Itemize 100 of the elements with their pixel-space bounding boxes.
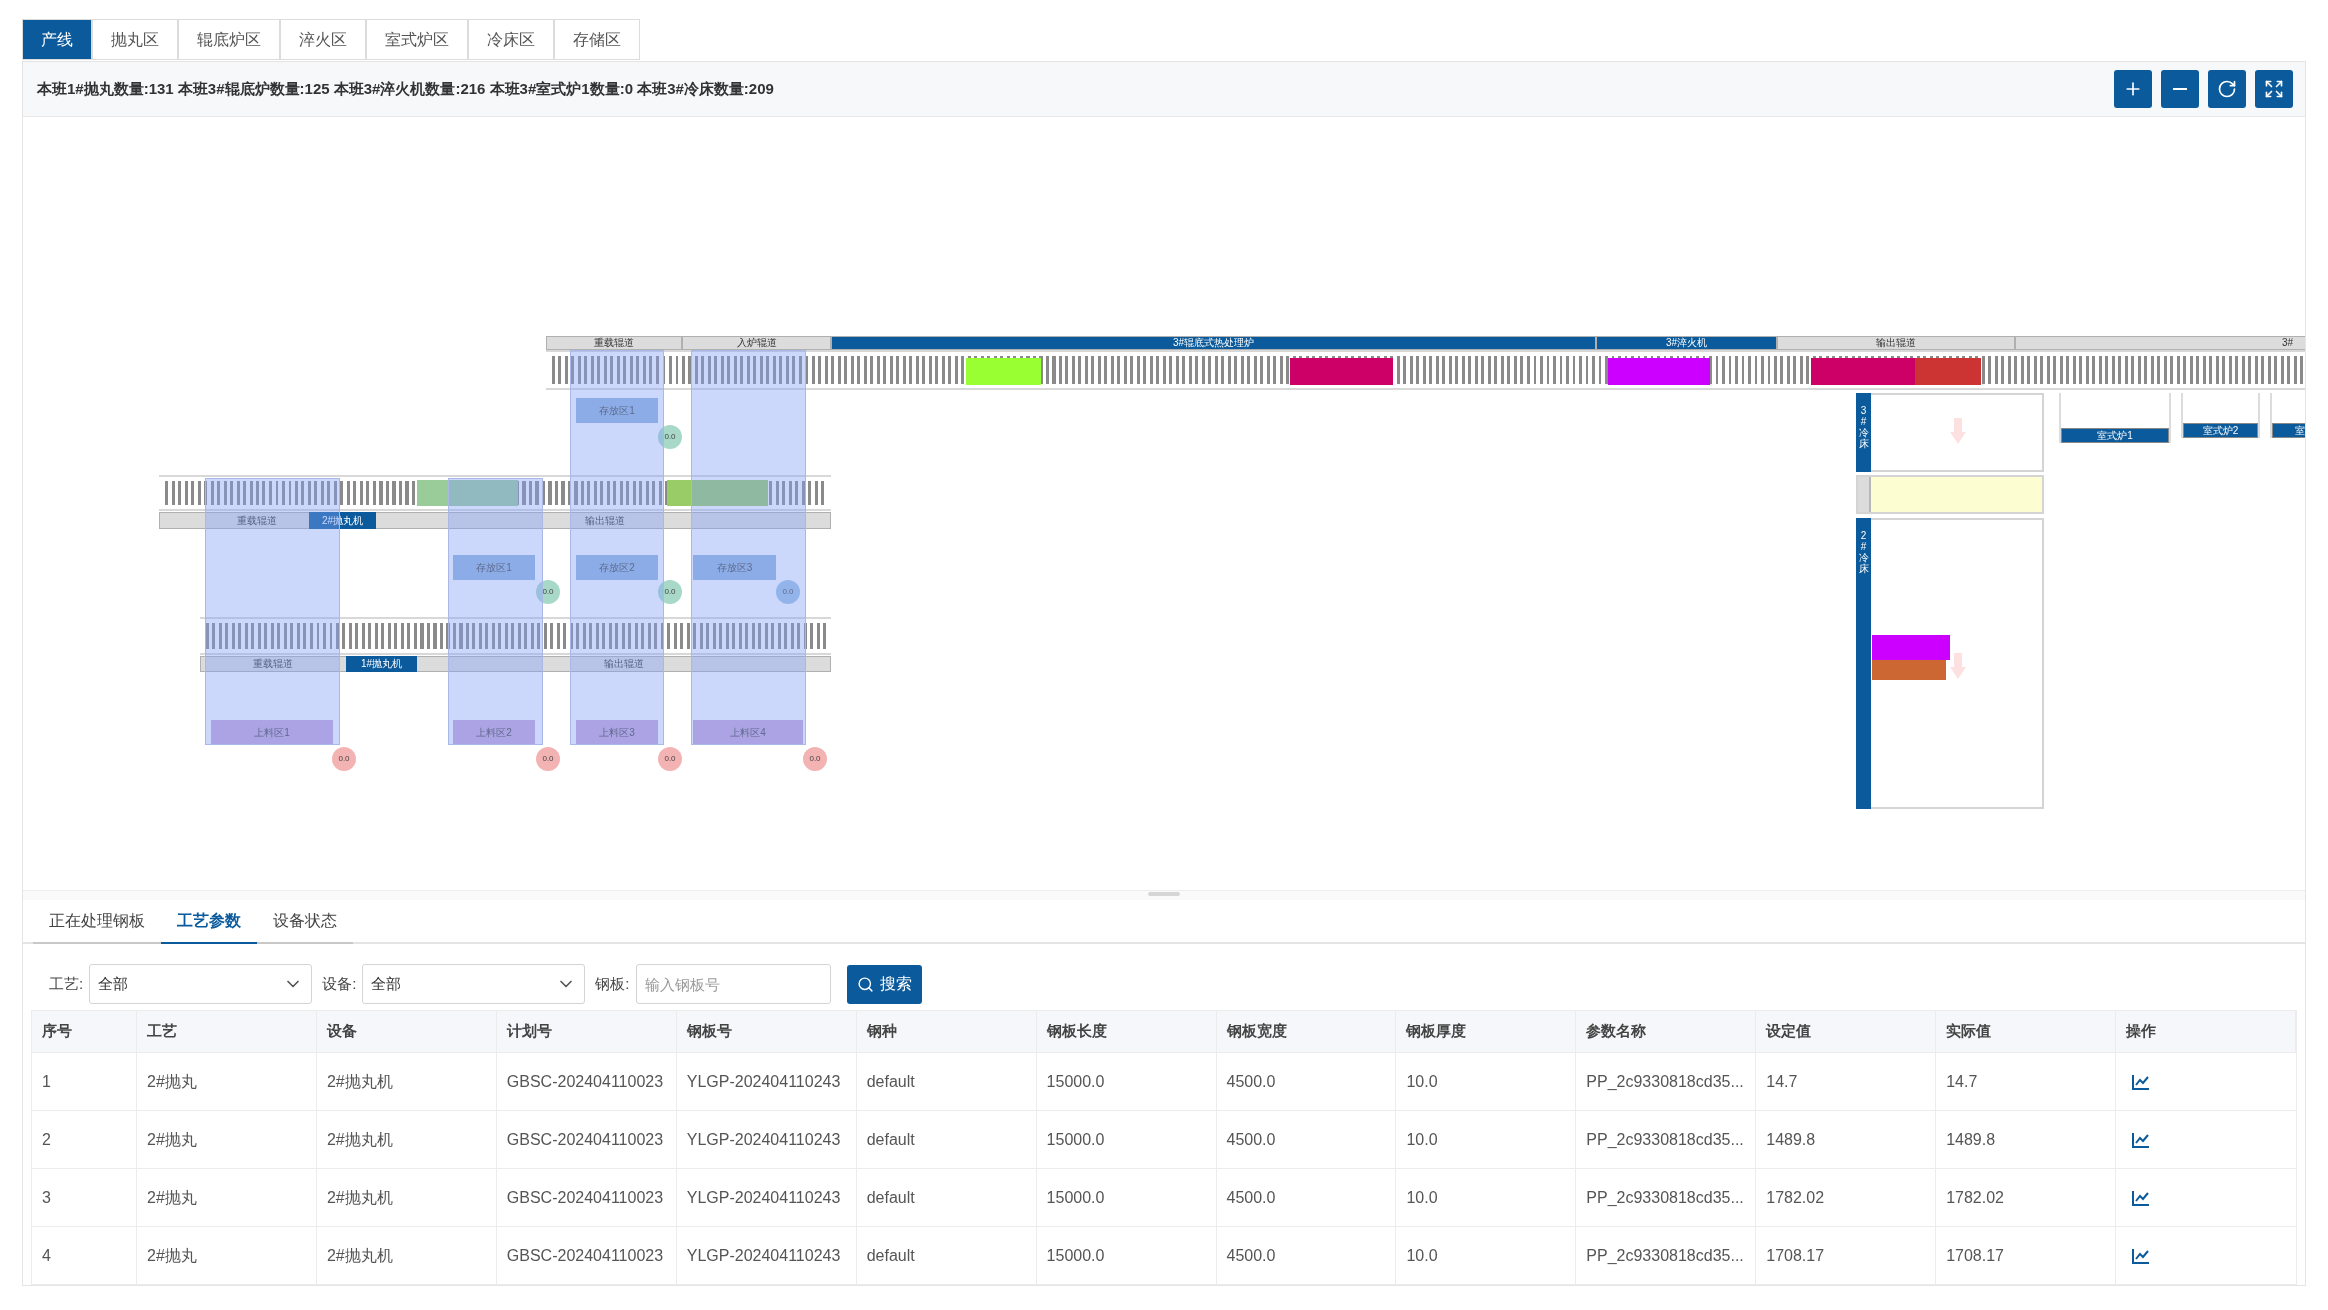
chamber-furnace[interactable]: 室式炉2 bbox=[2181, 393, 2260, 438]
area-tab[interactable]: 产线 bbox=[22, 19, 92, 60]
area-tab[interactable]: 辊底炉区 bbox=[178, 19, 280, 60]
table-cell: 15000.0 bbox=[1036, 1169, 1217, 1226]
table-cell: 2#抛丸机 bbox=[316, 1111, 497, 1168]
column-header: 参数名称 bbox=[1576, 1011, 1757, 1052]
table-cell: 1708.17 bbox=[1936, 1227, 2117, 1284]
table-cell: 10.0 bbox=[1396, 1169, 1577, 1226]
area-tab[interactable]: 冷床区 bbox=[468, 19, 554, 60]
segment-label[interactable]: 输出辊道 bbox=[1777, 336, 2015, 350]
steel-plate[interactable] bbox=[1811, 358, 1915, 385]
table-cell: 1489.8 bbox=[1936, 1111, 2117, 1168]
column-header: 计划号 bbox=[496, 1011, 677, 1052]
segment-label[interactable]: 1#抛丸机 bbox=[346, 656, 417, 672]
zoom-in-button[interactable] bbox=[2114, 70, 2152, 108]
area-tab[interactable]: 存储区 bbox=[554, 19, 640, 60]
table-cell: default bbox=[856, 1111, 1037, 1168]
steel-plate[interactable] bbox=[1915, 358, 1981, 385]
table-cell: YLGP-202404110243 bbox=[676, 1227, 857, 1284]
column-header: 序号 bbox=[32, 1011, 137, 1052]
steel-plate[interactable] bbox=[667, 480, 768, 506]
table-cell: PP_2c9330818cd35... bbox=[1576, 1111, 1757, 1168]
column-header: 钢种 bbox=[856, 1011, 1037, 1052]
line-chart-icon[interactable] bbox=[2132, 1073, 2151, 1090]
segment-label[interactable]: 3#淬火机 bbox=[1596, 336, 1777, 350]
table-cell: GBSC-202404110023 bbox=[496, 1227, 677, 1284]
segment-label[interactable]: 输出辊道 bbox=[574, 656, 674, 672]
detail-tab[interactable]: 正在处理钢板 bbox=[33, 900, 161, 944]
steel-plate[interactable] bbox=[1872, 660, 1946, 680]
search-icon bbox=[856, 975, 874, 993]
steel-plate[interactable] bbox=[1290, 358, 1393, 385]
table-cell: PP_2c9330818cd35... bbox=[1576, 1169, 1757, 1226]
table-cell: 4500.0 bbox=[1216, 1053, 1397, 1110]
table-cell: 1489.8 bbox=[1756, 1111, 1937, 1168]
filter-select[interactable]: 全部 bbox=[362, 964, 586, 1004]
steel-plate[interactable] bbox=[1608, 358, 1710, 385]
table-cell: 2#抛丸机 bbox=[316, 1053, 497, 1110]
segment-label[interactable]: 重载辊道 bbox=[200, 656, 346, 672]
furnace-label: 室 bbox=[2272, 423, 2305, 438]
line-chart-icon[interactable] bbox=[2132, 1247, 2151, 1264]
column-header: 设定值 bbox=[1756, 1011, 1937, 1052]
table-cell: 4500.0 bbox=[1216, 1111, 1397, 1168]
column-header: 实际值 bbox=[1936, 1011, 2117, 1052]
chamber-furnace[interactable]: 室式炉1 bbox=[2059, 393, 2171, 443]
table-cell: 14.7 bbox=[1756, 1053, 1937, 1110]
line-chart-icon[interactable] bbox=[2132, 1131, 2151, 1148]
filter-label: 钢板: bbox=[595, 973, 630, 994]
zone-count: 0.0 bbox=[658, 425, 682, 449]
zone-count: 0.0 bbox=[332, 747, 356, 771]
table-cell: 3 bbox=[32, 1169, 137, 1226]
zone-count: 0.0 bbox=[536, 747, 560, 771]
segment-label[interactable]: 输出辊道 bbox=[555, 512, 655, 529]
reset-button[interactable] bbox=[2208, 70, 2246, 108]
table-cell: 1782.02 bbox=[1936, 1169, 2117, 1226]
table-cell: 2#抛丸 bbox=[137, 1227, 317, 1284]
table-cell: 4 bbox=[32, 1227, 137, 1284]
segment-label[interactable]: 3#辊底式热处理炉 bbox=[831, 336, 1596, 350]
steel-plate[interactable] bbox=[1872, 635, 1950, 660]
furnace-label: 室式炉2 bbox=[2183, 423, 2258, 438]
fullscreen-button[interactable] bbox=[2255, 70, 2293, 108]
table-cell: 10.0 bbox=[1396, 1053, 1577, 1110]
minus-icon bbox=[2173, 88, 2187, 90]
table-cell: 15000.0 bbox=[1036, 1053, 1217, 1110]
table-cell: PP_2c9330818cd35... bbox=[1576, 1227, 1757, 1284]
table-cell: 1708.17 bbox=[1756, 1227, 1937, 1284]
area-tab[interactable]: 淬火区 bbox=[280, 19, 366, 60]
steel-plate[interactable] bbox=[417, 480, 518, 506]
zone-count: 0.0 bbox=[658, 580, 682, 604]
table-cell: 10.0 bbox=[1396, 1111, 1577, 1168]
filter-label: 工艺: bbox=[49, 973, 84, 994]
table-cell: GBSC-202404110023 bbox=[496, 1111, 677, 1168]
table-cell: 2#抛丸 bbox=[137, 1053, 317, 1110]
table-cell: YLGP-202404110243 bbox=[676, 1169, 857, 1226]
expand-icon bbox=[2264, 79, 2284, 99]
cooling-bed-label[interactable]: 3#冷床 bbox=[1856, 393, 1871, 472]
table-cell: 4500.0 bbox=[1216, 1169, 1397, 1226]
segment-label[interactable]: 入炉辊道 bbox=[682, 336, 831, 350]
table-cell: 2#抛丸机 bbox=[316, 1227, 497, 1284]
steel-plate[interactable] bbox=[966, 358, 1041, 385]
zone-count: 0.0 bbox=[803, 747, 827, 771]
line-chart-icon[interactable] bbox=[2132, 1189, 2151, 1206]
detail-tab[interactable]: 工艺参数 bbox=[161, 900, 257, 944]
table-cell: GBSC-202404110023 bbox=[496, 1169, 677, 1226]
table-cell: default bbox=[856, 1053, 1037, 1110]
search-button[interactable]: 搜索 bbox=[846, 964, 922, 1004]
column-header: 钢板号 bbox=[676, 1011, 857, 1052]
area-tab[interactable]: 室式炉区 bbox=[366, 19, 468, 60]
filter-select[interactable]: 全部 bbox=[89, 964, 313, 1004]
chamber-furnace[interactable]: 室 bbox=[2270, 393, 2305, 438]
table-cell: 2#抛丸 bbox=[137, 1111, 317, 1168]
detail-tab[interactable]: 设备状态 bbox=[257, 900, 353, 944]
plate-search-field[interactable]: 输入钢板号 bbox=[635, 964, 831, 1004]
cooling-bed-label[interactable]: 2#冷床 bbox=[1856, 518, 1871, 809]
table-cell: PP_2c9330818cd35... bbox=[1576, 1053, 1757, 1110]
zone-count: 0.0 bbox=[658, 747, 682, 771]
table-cell: default bbox=[856, 1169, 1037, 1226]
area-tab[interactable]: 抛丸区 bbox=[92, 19, 178, 60]
zoom-out-button[interactable] bbox=[2161, 70, 2199, 108]
zone-count: 0.0 bbox=[776, 580, 800, 604]
down-arrow-icon bbox=[1950, 418, 1966, 444]
